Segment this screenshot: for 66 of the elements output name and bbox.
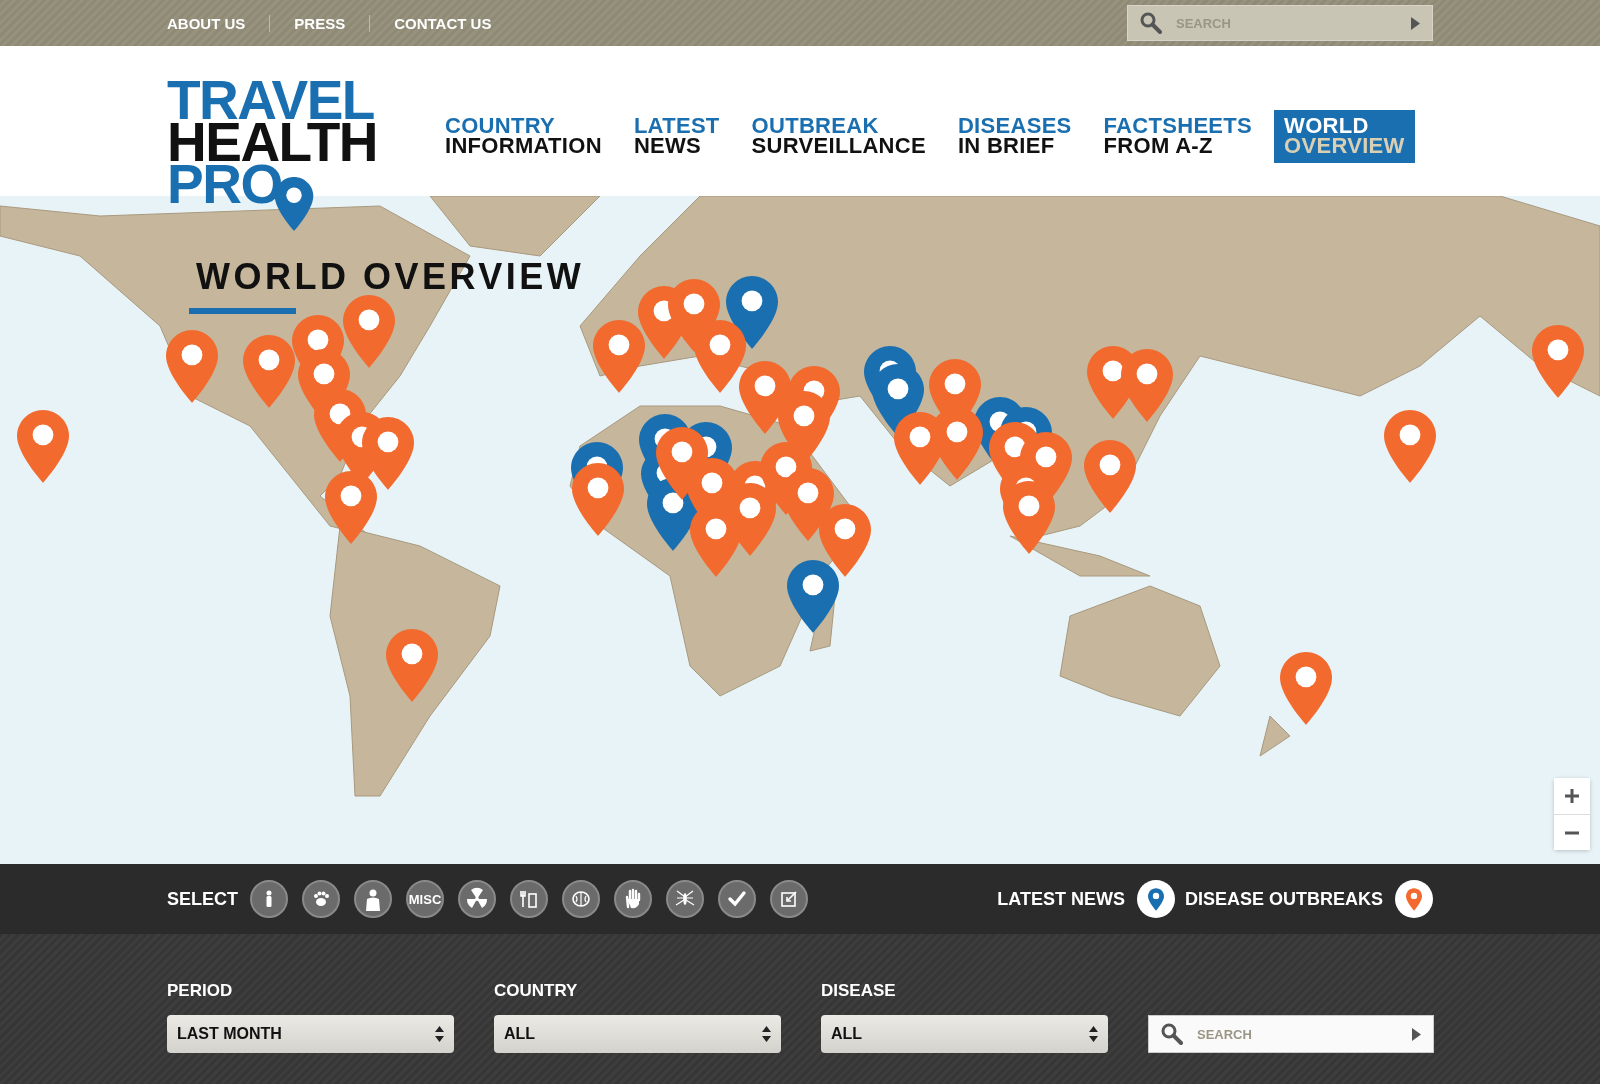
updown-arrow-icon [1089,1025,1098,1043]
brain-filter-button[interactable] [562,880,600,918]
category-button[interactable]: MISC [406,880,444,918]
body-filter-button[interactable] [354,880,392,918]
nav-tab[interactable]: DISEASES IN BRIEF [947,110,1082,163]
zoom-in-button[interactable] [1554,778,1590,814]
map-pin-icon [343,294,396,368]
pin-icon [1147,887,1164,911]
map-pin-icon [787,559,840,633]
legend-label: DISEASE OUTBREAKS [1184,888,1383,910]
nav-tab[interactable]: COUNTRY INFORMATION [435,110,612,163]
map-pin-icon [694,320,747,393]
nav-tab[interactable]: LATEST NEWS [623,110,730,163]
map-pin-icon [325,471,377,545]
nav-tab[interactable]: FACTSHEETS FROM A-Z [1093,110,1263,163]
legend-label: LATEST NEWS [997,888,1125,910]
select-label: SELECT [167,888,238,910]
landmass [1259,715,1291,757]
map-pin-icon [1280,651,1333,725]
updown-arrow-icon [435,1025,444,1043]
dropdown[interactable]: ALL [494,1015,781,1053]
map-pin-icon [1084,440,1137,514]
logo-text: TRAVEL [167,80,374,122]
map-pin-icon [818,503,871,577]
paw-filter-button[interactable] [302,880,340,918]
filter-label: PERIOD [167,981,234,1001]
legend-marker[interactable] [1136,880,1175,918]
logo-text: PRO [167,163,282,206]
map-pin-icon [165,330,218,404]
food-filter-button[interactable] [510,880,548,918]
dropdown[interactable]: ALL [821,1015,1108,1053]
mosquito-filter-button[interactable] [666,880,704,918]
zoom-out-button[interactable] [1554,814,1590,850]
map-pin-icon [361,416,414,490]
map-pin-icon [1002,481,1055,555]
nav-tab[interactable]: WORLD OVERVIEW [1274,110,1415,163]
nav-tab[interactable]: OUTBREAK SURVEILLANCE [741,110,936,163]
search-field[interactable]: SEARCH [1148,1015,1434,1053]
radiation-filter-button[interactable] [458,880,496,918]
dropdown[interactable]: LAST MONTH [167,1015,454,1053]
edit-filter-button[interactable] [770,880,808,918]
map-pin-icon [1532,325,1585,399]
map-pin-icon [1384,409,1437,483]
play-arrow-icon[interactable] [1411,16,1420,30]
minus-icon [1565,830,1579,835]
page-title: WORLD OVERVIEW [196,256,585,298]
map-pin-icon [386,629,439,703]
map-pin-icon [593,320,646,393]
map-pin-icon [571,462,624,536]
search-icon [1161,1023,1183,1045]
person-filter-button[interactable] [250,880,288,918]
pin-icon [1406,887,1422,911]
updown-arrow-icon [762,1025,771,1043]
map-pin-icon [16,409,69,483]
check-filter-button[interactable] [718,880,756,918]
search-input[interactable]: SEARCH [1195,1025,1400,1043]
map-pin-icon [1120,348,1173,422]
plus-icon [1565,789,1579,803]
logo-text: HEALTH [167,121,378,164]
filter-label: COUNTRY [494,981,579,1001]
hand-filter-button[interactable] [614,880,652,918]
search-icon [1140,12,1162,34]
filter-label: DISEASE [821,981,897,1001]
legend-marker[interactable] [1395,880,1433,918]
play-arrow-icon[interactable] [1412,1027,1421,1041]
map-pin-icon [243,335,296,409]
